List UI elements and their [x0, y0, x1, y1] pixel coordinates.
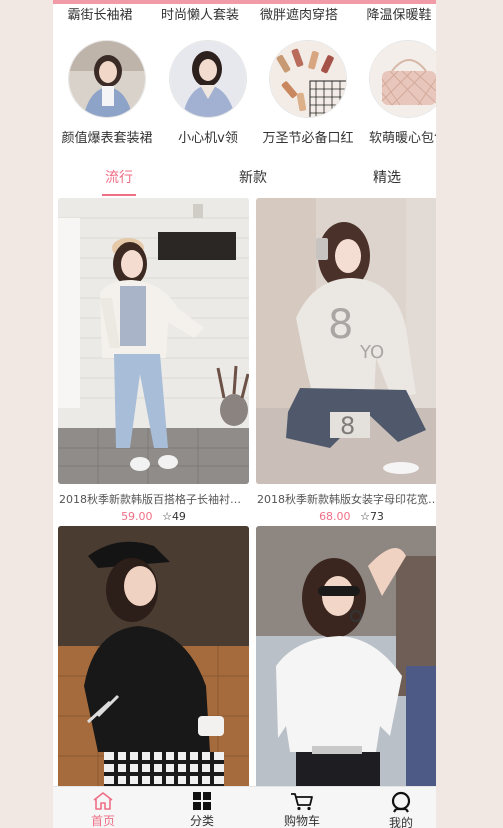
recommend-label: 颜值爆表套装裙	[61, 131, 153, 146]
product-card[interactable]	[58, 526, 249, 819]
svg-text:8: 8	[328, 302, 353, 348]
product-meta: 68.00 ☆73	[256, 510, 436, 523]
svg-text:8: 8	[340, 412, 355, 440]
product-title: 2018秋季新款韩版百搭格子长袖衬衫女...	[59, 493, 249, 506]
tab-category-label: 分类	[189, 814, 214, 828]
star-icon: ☆	[360, 510, 370, 523]
recommend-item[interactable]: 万圣节必备口红	[258, 36, 358, 146]
tab-label: 精选	[373, 170, 401, 186]
tab-label: 新款	[239, 170, 267, 186]
top-category-label[interactable]: 霸街长袖裙	[53, 4, 150, 23]
app-screen: 霸街长袖裙 时尚懒人套装 微胖遮肉穿搭 降温保暖鞋 颜值爆表套装裙 小心机v领 …	[53, 0, 436, 828]
category-icon	[193, 792, 211, 810]
product-grid: 2018秋季新款韩版百搭格子长袖衬衫女... 59.00 ☆49 8 YO 8 …	[53, 196, 436, 812]
top-category-label[interactable]: 时尚懒人套装	[150, 4, 250, 23]
profile-icon	[391, 791, 411, 813]
favorite-count-value: 73	[369, 510, 384, 523]
svg-text:YO: YO	[359, 342, 384, 363]
recommend-image	[369, 40, 436, 118]
product-meta: 59.00 ☆49	[58, 510, 249, 523]
product-card[interactable]	[256, 526, 436, 819]
tab-home-label: 首页	[90, 814, 115, 828]
recommend-item[interactable]: 颜值爆表套装裙	[57, 36, 157, 146]
product-image	[58, 198, 249, 484]
tab-label: 流行	[105, 170, 133, 186]
recommend-image	[269, 40, 347, 118]
tab-profile-label: 我的	[388, 816, 413, 828]
recommend-image	[169, 40, 247, 118]
bottom-tab-bar: 首页 分类 购物车 我的	[53, 786, 436, 828]
cart-icon	[291, 793, 313, 811]
product-image	[58, 526, 249, 812]
tab-selected[interactable]: 精选	[323, 167, 436, 187]
tab-bar-top: 流行 新款 精选	[53, 160, 436, 196]
home-icon	[93, 792, 113, 810]
product-price: 68.00	[319, 510, 351, 523]
recommend-label: 小心机v领	[178, 131, 238, 146]
star-icon: ☆	[162, 510, 172, 523]
favorite-count-value: 49	[171, 510, 186, 523]
tab-category[interactable]: 分类	[154, 787, 250, 828]
tab-new[interactable]: 新款	[189, 167, 317, 187]
tab-popular[interactable]: 流行	[55, 167, 183, 196]
product-card[interactable]: 8 YO 8 2018秋季新款韩版女装字母印花宽松卫衣... 68.00 ☆73	[256, 198, 436, 523]
recommend-image	[68, 40, 146, 118]
product-image: 8 YO 8	[256, 198, 436, 484]
top-category-label[interactable]: 微胖遮肉穿搭	[249, 4, 349, 23]
top-category-strip: 霸街长袖裙 时尚懒人套装 微胖遮肉穿搭 降温保暖鞋	[53, 4, 436, 26]
product-price: 59.00	[121, 510, 153, 523]
recommend-item[interactable]: 软萌暖心包包	[358, 36, 436, 146]
favorite-count[interactable]: ☆73	[360, 510, 384, 523]
product-title: 2018秋季新款韩版女装字母印花宽松卫衣...	[257, 493, 436, 506]
product-image	[256, 526, 436, 812]
tab-home[interactable]: 首页	[55, 787, 151, 828]
product-card[interactable]: 2018秋季新款韩版百搭格子长袖衬衫女... 59.00 ☆49	[58, 198, 249, 523]
recommend-label: 软萌暖心包包	[368, 131, 436, 146]
tab-profile[interactable]: 我的	[353, 787, 436, 828]
tab-cart[interactable]: 购物车	[254, 787, 350, 828]
recommend-row: 颜值爆表套装裙 小心机v领 万圣节必备口红 软萌暖心包	[53, 36, 436, 156]
recommend-label: 万圣节必备口红	[262, 131, 354, 146]
recommend-item[interactable]: 小心机v领	[158, 36, 258, 146]
tab-cart-label: 购物车	[283, 814, 320, 828]
favorite-count[interactable]: ☆49	[162, 510, 186, 523]
top-category-label[interactable]: 降温保暖鞋	[349, 4, 436, 23]
